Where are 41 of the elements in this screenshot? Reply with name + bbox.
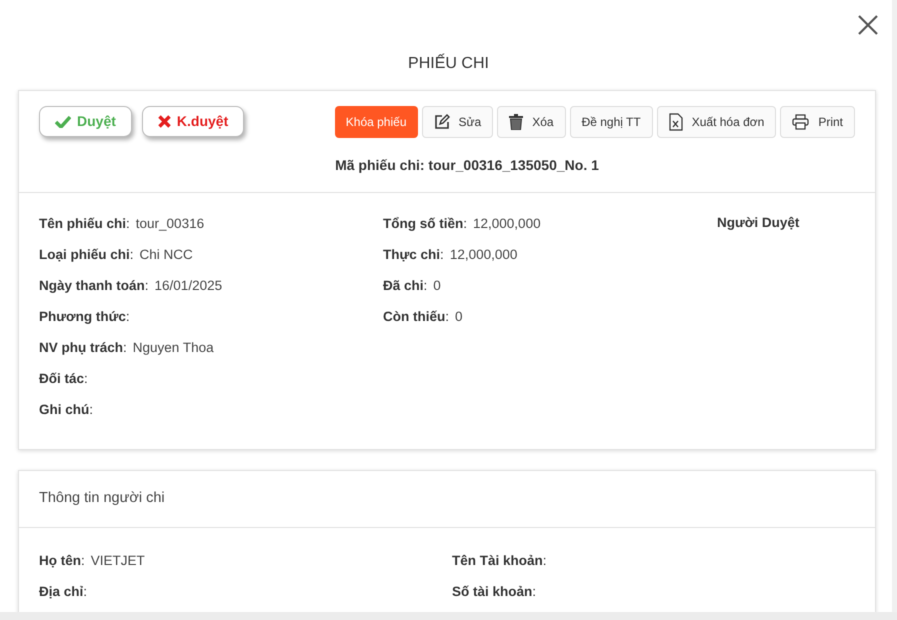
field-value: Nguyen Thoa (132, 338, 214, 357)
field-label: Còn thiếu: (383, 308, 450, 326)
approver-heading: Người Duyệt (717, 214, 800, 232)
document-icon (668, 113, 683, 131)
field-label: Thực chi: (383, 246, 444, 264)
field-label: Đối tác: (39, 370, 88, 388)
field-label: Loại phiếu chi: (39, 246, 134, 264)
field-label: Họ tên: (39, 552, 85, 570)
close-icon[interactable] (857, 14, 879, 36)
field-label: Tên Tài khoản: (452, 552, 547, 570)
field-value: 12,000,000 (450, 246, 518, 264)
field-value: VIETJET (90, 552, 145, 570)
field-value: tour_00316 (136, 214, 204, 233)
reject-button[interactable]: K.duyệt (142, 106, 244, 137)
trash-icon (509, 114, 524, 130)
printer-icon (792, 114, 810, 130)
field-label: Số tài khoản: (452, 582, 536, 601)
field-value: 12,000,000 (473, 214, 541, 233)
edit-button[interactable]: Sửa (422, 106, 494, 138)
voucher-code: Mã phiếu chi: tour_00316_135050_No. 1 (335, 156, 599, 175)
dialog-title: PHIẾU CHI (408, 52, 489, 74)
x-icon (158, 115, 171, 128)
request-button[interactable]: Đề nghị TT (570, 106, 653, 138)
section-heading: Thông tin người chi (39, 489, 166, 508)
field-label: Phương thức: (39, 308, 130, 326)
field-label: NV phụ trách: (39, 338, 127, 357)
field-label: Địa chỉ: (39, 582, 88, 601)
field-label: Tổng số tiền: (383, 214, 468, 233)
field-value: Chi NCC (140, 246, 193, 264)
check-icon (55, 115, 71, 128)
print-button[interactable]: Print (780, 106, 855, 138)
field-value: 0 (455, 308, 463, 326)
field-label: Ngày thanh toán: (39, 276, 149, 295)
field-value: 0 (433, 276, 441, 295)
delete-button[interactable]: Xóa (497, 106, 566, 138)
invoice-button[interactable]: Xuất hóa đơn (656, 106, 776, 138)
edit-icon (434, 114, 450, 130)
field-label: Tên phiếu chi: (39, 214, 130, 233)
field-value: 16/01/2025 (154, 276, 222, 295)
field-label: Đã chi: (383, 276, 428, 295)
field-label: Ghi chú: (39, 400, 94, 419)
